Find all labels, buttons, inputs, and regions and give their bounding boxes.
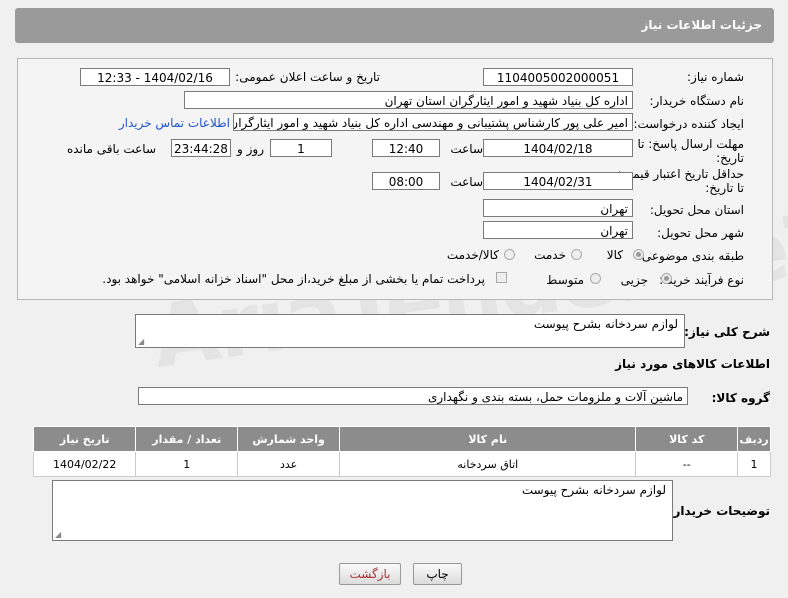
deadline-time-label: ساعت	[450, 142, 483, 156]
cell-name: اتاق سردخانه	[339, 451, 637, 477]
goods-group-field: ماشین آلات و ملزومات حمل، بسته بندی و نگ…	[138, 387, 688, 405]
summary-label: شرح کلی نیاز:	[684, 325, 770, 339]
col-header-name: نام کالا	[339, 426, 637, 452]
min-validity-label: حداقل تاریخ اعتبار قیمت:	[617, 167, 744, 181]
deadline-date-field: 1404/02/18	[483, 139, 633, 157]
category-radio-goods[interactable]	[633, 249, 644, 260]
col-header-code: کد کالا	[635, 426, 739, 452]
validity-time-field: 08:00	[372, 172, 440, 190]
col-header-unit: واحد شمارش	[237, 426, 341, 452]
process-radio-medium[interactable]	[590, 273, 601, 284]
buyer-notes-label: توضیحات خریدار:	[668, 504, 770, 518]
col-header-row: ردیف	[737, 426, 771, 452]
creator-label: ایجاد کننده درخواست:	[633, 117, 744, 131]
page-title: جزئیات اطلاعات نیاز	[641, 18, 762, 32]
resize-grip-icon[interactable]: ◢	[55, 530, 61, 539]
deadline-label: مهلت ارسال پاسخ: تا	[637, 137, 744, 151]
category-option-goods-service: کالا/خدمت	[446, 248, 499, 262]
buyer-notes-textarea[interactable]: لوازم سردخانه بشرح پیوست ◢	[52, 480, 673, 541]
category-radio-service[interactable]	[571, 249, 582, 260]
cell-qty: 1	[135, 451, 239, 477]
need-number-label: شماره نیاز:	[687, 70, 744, 84]
process-option-minor: جزیی	[620, 273, 648, 287]
deadline-label-2: تاریخ:	[716, 151, 744, 165]
city-field: تهران	[483, 221, 633, 239]
cell-row: 1	[737, 451, 771, 477]
cell-code: --	[635, 451, 739, 477]
cell-unit: عدد	[237, 451, 341, 477]
payment-checkbox[interactable]	[496, 272, 507, 283]
remaining-time-field: 23:44:28	[171, 139, 231, 157]
category-label: طبقه بندی موضوعی:	[637, 249, 744, 263]
summary-textarea[interactable]: لوازم سردخانه بشرح پیوست ◢	[135, 314, 685, 348]
validity-time-label: ساعت	[450, 175, 483, 189]
category-option-goods: کالا	[606, 248, 623, 262]
buyer-notes-text: لوازم سردخانه بشرح پیوست	[521, 483, 666, 497]
process-option-medium: متوسط	[546, 273, 584, 287]
goods-table: ردیف کد کالا نام کالا واحد شمارش تعداد /…	[32, 426, 771, 477]
col-header-qty: تعداد / مقدار	[135, 426, 239, 452]
city-label: شهر محل تحویل:	[657, 226, 744, 240]
print-button[interactable]: چاپ	[413, 563, 462, 585]
back-button[interactable]: بازگشت	[339, 563, 401, 585]
province-field: تهران	[483, 199, 633, 217]
creator-field: امیر علی پور کارشناس پشتیبانی و مهندسی ا…	[233, 113, 633, 131]
remaining-label: ساعت باقی مانده	[66, 142, 156, 156]
province-label: استان محل تحویل:	[649, 203, 744, 217]
days-field: 1	[270, 139, 332, 157]
cell-date: 1404/02/22	[32, 451, 137, 477]
table-row: 1 -- اتاق سردخانه عدد 1 1404/02/22	[32, 451, 771, 477]
payment-note: پرداخت تمام یا بخشی از مبلغ خرید،از محل …	[102, 272, 485, 286]
announce-label: تاریخ و ساعت اعلان عمومی:	[235, 70, 380, 84]
category-radio-goods-service[interactable]	[504, 249, 515, 260]
process-radio-minor[interactable]	[661, 273, 672, 284]
buyer-org-field: اداره کل بنیاد شهید و امور ایثارگران است…	[184, 91, 633, 109]
summary-text: لوازم سردخانه بشرح پیوست	[533, 317, 678, 331]
col-header-date: تاریخ نیاز	[32, 426, 137, 452]
buyer-org-label: نام دستگاه خریدار:	[649, 94, 745, 108]
contact-info-link[interactable]: اطلاعات تماس خریدار	[119, 116, 230, 130]
need-number-field: 1104005002000051	[483, 68, 633, 86]
goods-group-label: گروه کالا:	[711, 391, 770, 405]
announce-field: 1404/02/16 - 12:33	[80, 68, 230, 86]
process-label: نوع فرآیند خرید :	[659, 273, 744, 287]
page-header: جزئیات اطلاعات نیاز	[15, 8, 774, 43]
validity-date-field: 1404/02/31	[483, 172, 633, 190]
goods-section-title: اطلاعات کالاهای مورد نیاز	[615, 357, 770, 371]
resize-grip-icon[interactable]: ◢	[138, 337, 144, 346]
min-validity-label-2: تا تاریخ:	[705, 181, 744, 195]
category-option-service: خدمت	[534, 248, 566, 262]
days-label: روز و	[237, 142, 264, 156]
deadline-time-field: 12:40	[372, 139, 440, 157]
